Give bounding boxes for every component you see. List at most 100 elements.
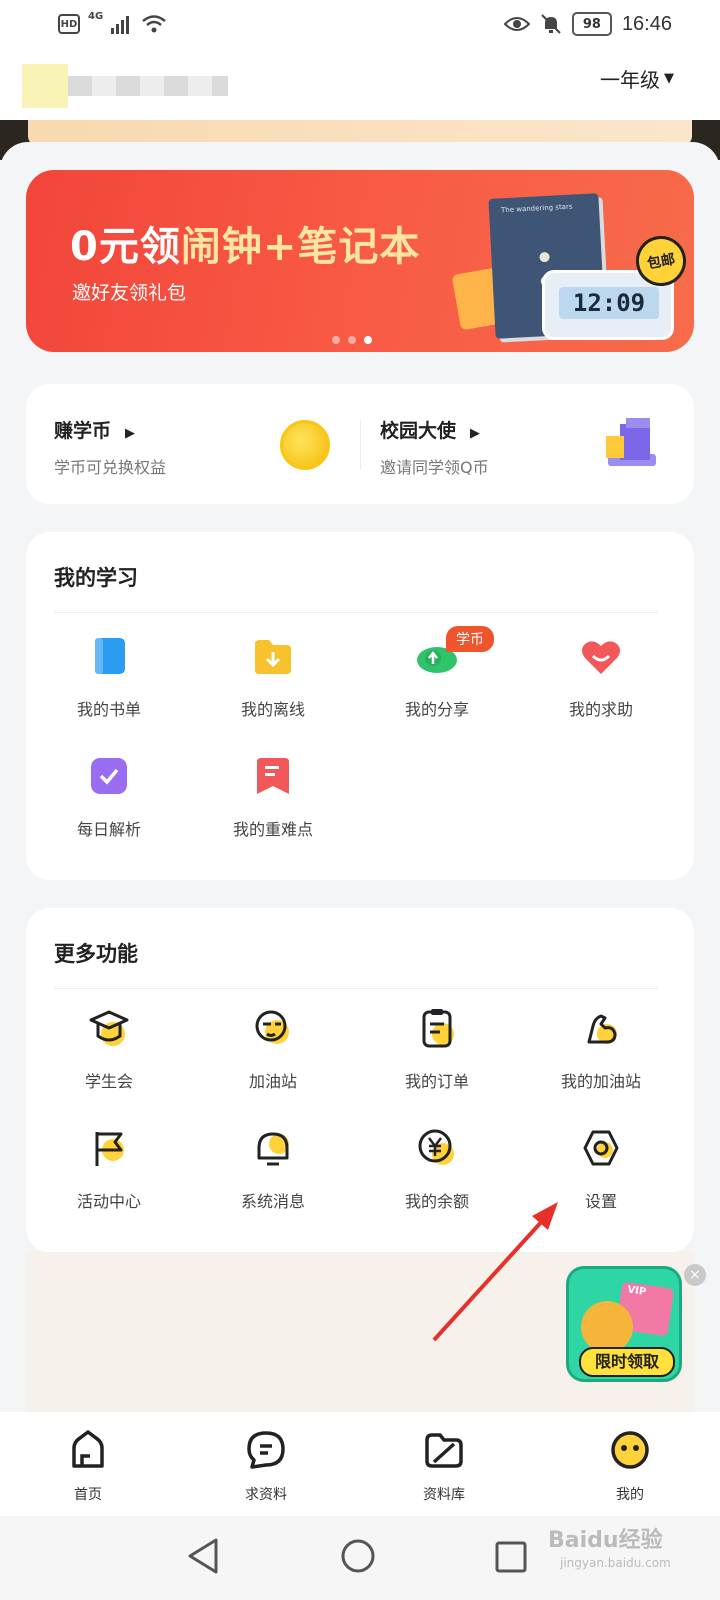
coin-card: 赚学币 ▶ 学币可兑换权益 校园大使 ▶ 邀请同学领Q币 xyxy=(26,384,694,504)
signal-icon xyxy=(111,16,130,34)
book-icon xyxy=(95,638,125,674)
status-bar: HD 4G 98 16:46 xyxy=(0,0,720,56)
study-item-label: 我的书单 xyxy=(76,700,141,719)
banner-title-part2: 闹钟+笔记本 xyxy=(180,224,421,270)
status-left: HD 4G xyxy=(58,11,167,34)
study-item-booklist[interactable]: 我的书单 xyxy=(26,634,192,720)
username-blurred xyxy=(68,76,228,96)
annotation-arrow xyxy=(432,1202,558,1342)
banner-subtitle: 邀好友领礼包 xyxy=(72,282,187,304)
divider xyxy=(54,988,658,989)
hd-indicator: HD xyxy=(58,14,80,34)
nav-mine[interactable]: 我的 xyxy=(570,1430,690,1504)
study-item-help[interactable]: 我的求助 xyxy=(518,634,684,720)
vip-text: VIP xyxy=(626,1284,647,1298)
more-item-label: 加油站 xyxy=(248,1072,297,1091)
muscle-icon xyxy=(587,1014,617,1044)
nav-library-label: 资料库 xyxy=(423,1487,465,1503)
flag-icon xyxy=(95,1132,124,1166)
nav-request-label: 求资料 xyxy=(245,1487,287,1503)
grade-label: 一年级 xyxy=(600,68,660,92)
study-item-label: 我的求助 xyxy=(568,700,633,719)
play-arrow-icon: ▶ xyxy=(125,426,136,441)
caret-down-icon: ▼ xyxy=(664,71,674,86)
study-item-share[interactable]: 我的分享 xyxy=(354,634,520,720)
profile-header: 一年级 ▼ xyxy=(0,56,720,120)
ambassador-title-text: 校园大使 xyxy=(380,420,457,442)
bell-icon xyxy=(257,1132,289,1166)
grade-selector[interactable]: 一年级 ▼ xyxy=(600,64,674,93)
more-item-activity-center[interactable]: 活动中心 xyxy=(26,1126,192,1212)
earn-coins-title-text: 赚学币 xyxy=(54,420,112,442)
chat-icon xyxy=(247,1431,285,1469)
battery-indicator: 98 xyxy=(571,12,612,36)
nav-request-materials[interactable]: 求资料 xyxy=(206,1430,326,1504)
study-item-key-points[interactable]: 我的重难点 xyxy=(190,754,356,840)
promo-banner[interactable]: 0元领闹钟+笔记本 邀好友领礼包 The wandering stars 12:… xyxy=(26,170,694,352)
study-item-daily-analysis[interactable]: 每日解析 xyxy=(26,754,192,840)
study-item-offline[interactable]: 我的离线 xyxy=(190,634,356,720)
study-item-label: 每日解析 xyxy=(76,820,141,839)
carousel-dot-active[interactable] xyxy=(364,336,372,344)
more-item-label: 活动中心 xyxy=(76,1192,141,1211)
close-icon[interactable]: × xyxy=(684,1264,706,1286)
moon-icon xyxy=(539,251,550,263)
gold-coin-icon xyxy=(280,420,330,470)
campus-ambassador-entry[interactable]: 校园大使 ▶ 邀请同学领Q币 xyxy=(352,384,682,504)
more-item-gas-station[interactable]: 加油站 xyxy=(190,1006,356,1092)
carousel-dot[interactable] xyxy=(348,336,356,344)
nav-home-label: 首页 xyxy=(74,1487,102,1503)
user-info-blurred[interactable] xyxy=(22,64,232,108)
bookmark-icon xyxy=(257,758,289,794)
status-right: 98 16:46 xyxy=(503,12,672,36)
home-icon xyxy=(72,1430,104,1468)
ambassador-subtitle: 邀请同学领Q币 xyxy=(380,458,489,477)
download-folder-icon xyxy=(255,640,291,674)
eye-icon xyxy=(503,17,530,31)
limited-offer-widget[interactable]: VIP 限时领取 xyxy=(566,1266,682,1382)
study-item-label: 我的分享 xyxy=(404,700,469,719)
nav-home[interactable]: 首页 xyxy=(28,1430,148,1504)
more-item-orders[interactable]: 我的订单 xyxy=(354,1006,520,1092)
settings-icon xyxy=(583,1130,619,1166)
face-icon xyxy=(255,1010,289,1044)
more-item-label: 我的加油站 xyxy=(560,1072,641,1091)
banner-title: 0元领闹钟+笔记本 xyxy=(70,214,420,272)
ambassador-title: 校园大使 ▶ xyxy=(380,416,480,443)
bottom-nav: 首页 求资料 资料库 我的 xyxy=(0,1412,720,1516)
building-icon xyxy=(606,418,656,466)
home-circle-icon[interactable] xyxy=(340,1538,376,1574)
more-item-label: 学生会 xyxy=(84,1072,133,1091)
coin-image xyxy=(581,1301,633,1353)
avatar xyxy=(22,64,68,108)
divider xyxy=(54,612,658,613)
recents-icon[interactable] xyxy=(494,1540,528,1574)
more-item-label: 我的订单 xyxy=(404,1072,469,1091)
banner-title-part1: 0元领 xyxy=(70,224,181,270)
nav-mine-label: 我的 xyxy=(616,1487,644,1503)
more-item-my-gas-station[interactable]: 我的加油站 xyxy=(518,1006,684,1092)
carousel-dots xyxy=(332,336,372,344)
notebook-text: The wandering stars xyxy=(500,202,573,215)
folder-icon xyxy=(425,1433,463,1468)
nav-library[interactable]: 资料库 xyxy=(384,1430,504,1504)
my-study-title: 我的学习 xyxy=(54,566,138,590)
my-study-card: 我的学习 我的书单 我的离线 我的分享 我的求助 每日解析 我的重难点 学币 xyxy=(26,532,694,880)
coin-badge: 学币 xyxy=(446,626,494,652)
carousel-dot[interactable] xyxy=(332,336,340,344)
mute-bell-icon xyxy=(541,14,561,34)
more-item-student-union[interactable]: 学生会 xyxy=(26,1006,192,1092)
limited-offer-label: 限时领取 xyxy=(579,1347,675,1377)
clipboard-icon xyxy=(422,1009,454,1048)
watermark-logo: Baidu经验 xyxy=(548,1528,663,1553)
back-icon[interactable] xyxy=(186,1538,220,1574)
play-arrow-icon: ▶ xyxy=(470,426,481,441)
more-functions-title: 更多功能 xyxy=(54,942,138,966)
heart-icon xyxy=(582,641,620,674)
more-item-system-messages[interactable]: 系统消息 xyxy=(190,1126,356,1212)
clock-time: 16:46 xyxy=(621,12,672,35)
earn-coins-entry[interactable]: 赚学币 ▶ 学币可兑换权益 xyxy=(26,384,356,504)
more-functions-card: 更多功能 学生会 加油站 我的订单 我的加油站 活动中心 系统消息 我的余额 设… xyxy=(26,908,694,1252)
study-item-label: 我的离线 xyxy=(240,700,305,719)
check-square-icon xyxy=(91,758,127,794)
